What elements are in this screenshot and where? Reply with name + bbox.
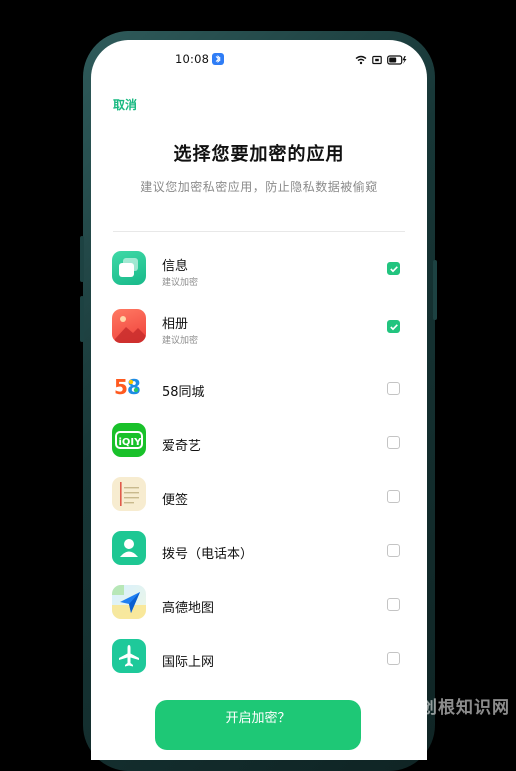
enable-encryption-button[interactable]: 开启加密？ <box>155 700 361 750</box>
app-row-iqiyi[interactable]: iQIY 爱奇艺 <box>91 418 427 466</box>
wifi-icon <box>355 50 367 69</box>
messages-icon <box>112 251 146 285</box>
page-subtitle: 建议您加密私密应用，防止隐私数据被偷窥 <box>140 180 378 194</box>
checkbox[interactable] <box>387 436 400 449</box>
checkbox[interactable] <box>387 652 400 665</box>
app-row-dialer[interactable]: 拨号（电话本） <box>91 526 427 574</box>
app-name: 58同城 <box>162 385 205 400</box>
volume-button-2 <box>80 296 84 342</box>
checkbox[interactable] <box>387 598 400 611</box>
app-name: 拨号（电话本） <box>162 547 254 562</box>
amap-icon <box>112 585 146 619</box>
iqiyi-icon: iQIY <box>112 423 146 457</box>
sim-icon <box>372 50 382 69</box>
svg-text:5: 5 <box>114 375 128 399</box>
status-bar: 10:08 <box>91 40 427 80</box>
checkbox-checked[interactable] <box>387 320 400 333</box>
app-row-messages[interactable]: 信息 建议加密 <box>91 246 427 294</box>
app-subtitle: 建议加密 <box>162 278 199 288</box>
app-name: 爱奇艺 <box>162 439 202 454</box>
app-row-notes[interactable]: 便签 <box>91 472 427 520</box>
app-name: 便签 <box>162 493 189 508</box>
app-name: 国际上网 <box>162 655 215 670</box>
status-time: 10:08 <box>175 52 210 66</box>
checkbox[interactable] <box>387 382 400 395</box>
checkbox-checked[interactable] <box>387 262 400 275</box>
app-name: 信息 <box>162 259 189 274</box>
contacts-icon <box>112 531 146 565</box>
app-name: 高德地图 <box>162 601 215 616</box>
airplane-icon <box>112 639 146 673</box>
app-row-global-internet[interactable]: 国际上网 <box>91 634 427 682</box>
app-row-photos[interactable]: 相册 建议加密 <box>91 304 427 352</box>
svg-text:8: 8 <box>127 375 141 399</box>
app-name: 相册 <box>162 317 189 332</box>
bluetooth-icon <box>212 53 224 65</box>
svg-text:iQIY: iQIY <box>119 437 143 448</box>
cancel-button[interactable]: 取消 <box>113 96 137 113</box>
volume-button <box>80 236 84 282</box>
phone-screen: 10:08 取消 选择您要加密的应用 建议您加密私密应用，防止隐私数据被偷窥 信… <box>91 40 427 760</box>
notes-icon <box>112 477 146 511</box>
status-icons <box>355 53 407 65</box>
app-row-58[interactable]: 5 8 58同城 <box>91 364 427 412</box>
divider <box>113 231 405 232</box>
battery-icon <box>387 50 407 69</box>
app-row-amap[interactable]: 高德地图 <box>91 580 427 628</box>
58-icon: 5 8 <box>112 369 146 403</box>
app-subtitle: 建议加密 <box>162 336 199 346</box>
checkbox[interactable] <box>387 544 400 557</box>
page-title: 选择您要加密的应用 <box>173 144 345 165</box>
power-button <box>433 260 437 320</box>
photos-icon <box>112 309 146 343</box>
checkbox[interactable] <box>387 490 400 503</box>
watermark: 爱创根知识网 <box>402 698 510 718</box>
